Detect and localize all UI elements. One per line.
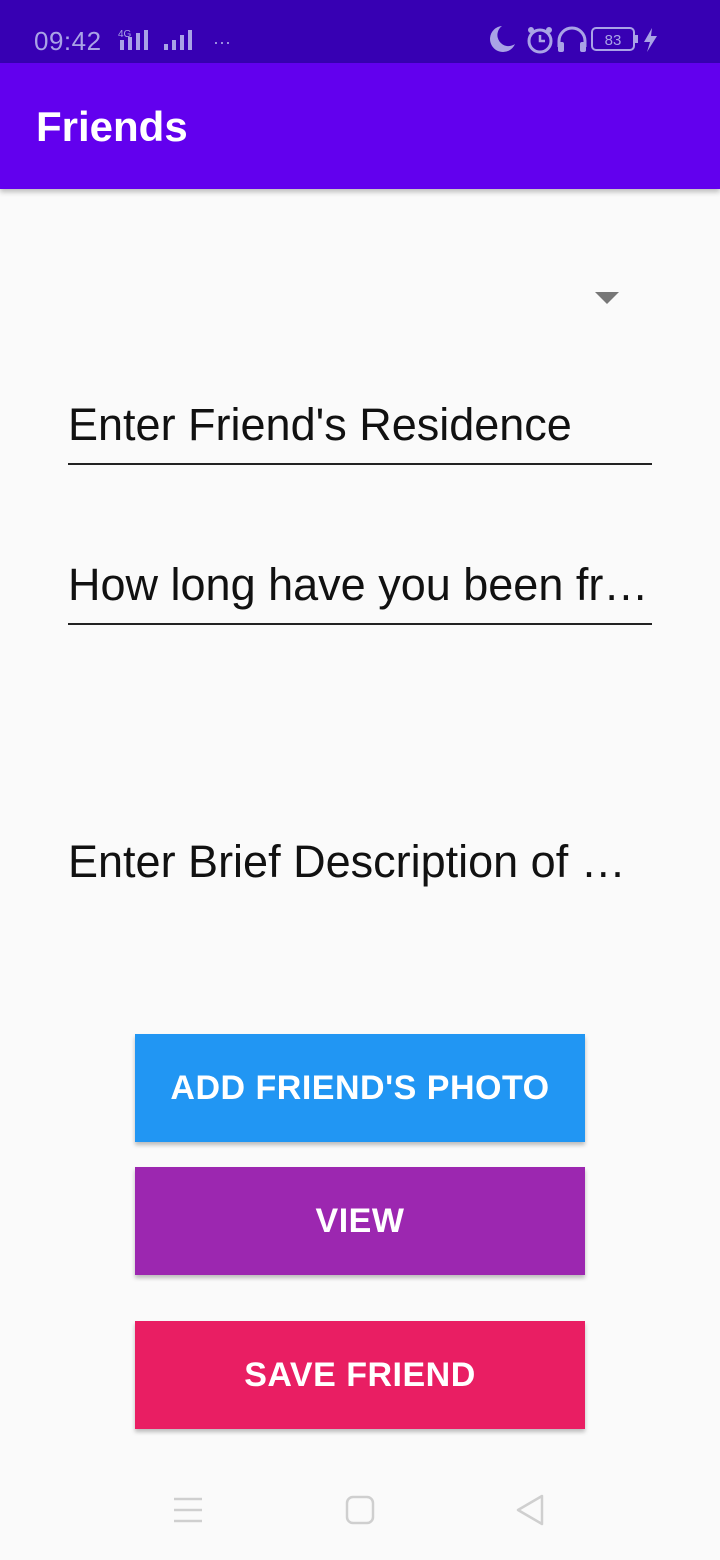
status-bar: 09:42 4G ··· 83	[0, 0, 720, 63]
app-bar: Friends	[0, 63, 720, 189]
add-photo-button[interactable]: ADD FRIEND'S PHOTO	[135, 1034, 585, 1142]
status-icons: 83	[490, 26, 657, 54]
home-icon[interactable]	[340, 1490, 380, 1530]
status-time: 09:42	[34, 26, 102, 56]
view-label: VIEW	[315, 1201, 405, 1240]
save-label: SAVE FRIEND	[244, 1355, 476, 1394]
charging-icon	[644, 28, 657, 52]
residence-underline	[68, 463, 652, 465]
back-icon[interactable]	[510, 1490, 550, 1530]
add-photo-label: ADD FRIEND'S PHOTO	[170, 1068, 550, 1107]
description-input[interactable]: Enter Brief Description of Friend	[68, 832, 628, 892]
moon-icon	[490, 26, 515, 52]
residence-placeholder: Enter Friend's Residence	[68, 399, 572, 450]
description-placeholder: Enter Brief Description of Friend	[68, 836, 628, 887]
residence-input[interactable]: Enter Friend's Residence	[68, 395, 652, 465]
page-title: Friends	[36, 103, 188, 150]
dropdown-arrow-icon	[595, 292, 619, 304]
headphones-icon	[557, 26, 587, 52]
category-spinner[interactable]	[68, 250, 652, 340]
duration-underline	[68, 623, 652, 625]
signal-icon: 4G ···	[118, 29, 231, 52]
view-button[interactable]: VIEW	[135, 1167, 585, 1275]
navigation-bar	[0, 1460, 720, 1560]
save-friend-button[interactable]: SAVE FRIEND	[135, 1321, 585, 1429]
battery-level: 83	[605, 32, 622, 49]
menu-icon[interactable]	[168, 1490, 208, 1530]
alarm-icon	[527, 27, 553, 54]
more-indicator: ···	[213, 32, 231, 52]
friendship-duration-input[interactable]: How long have you been friends?	[68, 555, 652, 625]
battery-icon: 83	[591, 27, 638, 51]
duration-placeholder: How long have you been friends?	[68, 559, 652, 610]
